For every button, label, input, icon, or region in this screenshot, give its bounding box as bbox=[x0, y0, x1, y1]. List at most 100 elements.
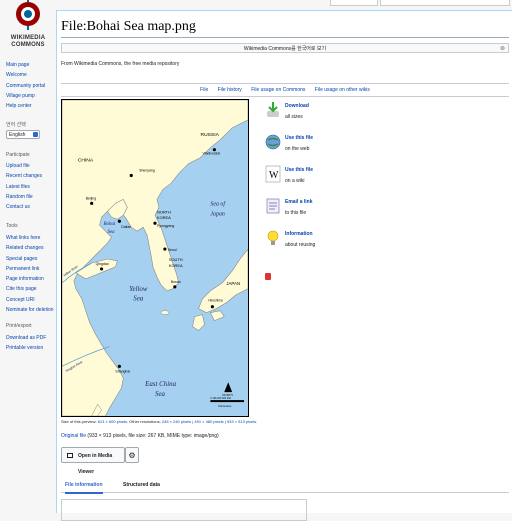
page-title: File:Bohai Sea map.png bbox=[61, 19, 196, 34]
label-china: CHINA bbox=[78, 158, 94, 164]
action-use-wiki-title[interactable]: Use this file bbox=[285, 167, 313, 173]
nav-item-page-information[interactable]: Page information bbox=[6, 274, 54, 284]
sidebar: WIKIMEDIA COMMONS Main page Welcome Comm… bbox=[0, 0, 56, 512]
nav-item-related-changes[interactable]: Related changes bbox=[6, 243, 54, 253]
nav-item-special-pages[interactable]: Special pages bbox=[6, 254, 54, 264]
action-use-web[interactable]: Use this file on the web bbox=[265, 133, 365, 163]
nav-item-community-portal[interactable]: Community portal bbox=[6, 81, 45, 91]
nav-item-upload-file[interactable]: Upload file bbox=[6, 161, 42, 171]
action-use-wiki-sub: on a wiki bbox=[285, 178, 305, 184]
scale-km: Kilometres bbox=[218, 404, 232, 408]
busan-dot bbox=[173, 285, 177, 289]
language-select[interactable]: English bbox=[6, 130, 40, 139]
email-icon bbox=[266, 198, 280, 214]
action-use-wiki[interactable]: W Use this file on a wiki bbox=[265, 165, 365, 195]
label-east-china-sea: Sea bbox=[155, 390, 166, 398]
action-email[interactable]: Email a link to this file bbox=[265, 197, 365, 227]
nav-item-concept-uri[interactable]: Concept URI bbox=[6, 295, 54, 305]
original-file-details: (933 × 913 pixels, file size: 267 KB, MI… bbox=[87, 433, 219, 439]
action-information[interactable]: Information about reusing bbox=[265, 229, 365, 259]
action-information-title[interactable]: Information bbox=[285, 231, 313, 237]
nav-tools: What links here Related changes Special … bbox=[6, 233, 54, 315]
label-north-korea-1: NORTH bbox=[157, 209, 171, 214]
label-south-korea-2: KOREA bbox=[169, 263, 183, 268]
dalian-dot bbox=[117, 219, 121, 223]
nav-item-printable-version[interactable]: Printable version bbox=[6, 343, 46, 353]
language-notice-text[interactable]: Wikimedia Commons를 한국어로 보기 bbox=[244, 46, 326, 52]
label-bohai: Bohai bbox=[104, 222, 116, 227]
wiki-icon: W bbox=[265, 165, 281, 183]
tools-heading: Tools bbox=[6, 223, 18, 229]
nav-item-welcome[interactable]: Welcome bbox=[6, 70, 45, 80]
file-tabs: File File history File usage on Commons … bbox=[61, 83, 509, 97]
original-file-link[interactable]: Original file bbox=[61, 433, 86, 439]
label-yellow: Yellow bbox=[129, 285, 148, 293]
nav-participate: Upload file Recent changes Latest files … bbox=[6, 161, 42, 212]
search-box[interactable] bbox=[380, 0, 510, 6]
beijing-dot bbox=[90, 201, 94, 205]
shanghai-dot bbox=[117, 364, 121, 368]
nav-main: Main page Welcome Community portal Villa… bbox=[6, 60, 45, 111]
pdf-icon[interactable] bbox=[265, 273, 271, 280]
caption-end: . bbox=[256, 419, 258, 424]
nav-print: Download as PDF Printable version bbox=[6, 333, 46, 354]
tab-file-history[interactable]: File history bbox=[218, 87, 242, 93]
tab-file[interactable]: File bbox=[200, 87, 208, 93]
label-shenyang: Shenyang bbox=[139, 169, 155, 173]
action-download-title[interactable]: Download bbox=[285, 103, 309, 109]
action-use-web-title[interactable]: Use this file bbox=[285, 135, 313, 141]
action-use-web-sub: on the web bbox=[285, 146, 310, 152]
shenyang-dot bbox=[129, 173, 133, 178]
open-media-viewer-button[interactable]: Open in Media Viewer bbox=[61, 447, 125, 475]
nav-item-random-file[interactable]: Random file bbox=[6, 192, 42, 202]
nav-item-cite-this-page[interactable]: Cite this page bbox=[6, 284, 54, 294]
map-image[interactable]: RUSSIA Vladivostok CHINA Shenyang Beijin… bbox=[61, 99, 249, 417]
label-shanghai: Shanghai bbox=[115, 369, 130, 373]
title-divider bbox=[61, 37, 509, 38]
caption-other: . Other resolutions: bbox=[126, 419, 161, 424]
close-icon[interactable]: ⊗ bbox=[500, 44, 505, 54]
top-tab[interactable] bbox=[330, 0, 378, 6]
nav-item-help-center[interactable]: Help center bbox=[6, 101, 45, 111]
action-email-title[interactable]: Email a link bbox=[285, 199, 313, 205]
gear-button[interactable]: ⚙ bbox=[125, 447, 139, 463]
language-notice: Wikimedia Commons를 한국어로 보기 ⊗ bbox=[61, 43, 509, 53]
nav-item-permanent-link[interactable]: Permanent link bbox=[6, 264, 54, 274]
label-russia: RUSSIA bbox=[201, 132, 220, 138]
tab-file-usage-other[interactable]: File usage on other wikis bbox=[315, 87, 370, 93]
action-email-sub: to this file bbox=[285, 210, 307, 216]
label-bohai-sea: Sea bbox=[108, 230, 116, 235]
nav-item-recent-changes[interactable]: Recent changes bbox=[6, 171, 42, 181]
qingdao-dot bbox=[99, 267, 104, 271]
nav-item-latest-files[interactable]: Latest files bbox=[6, 182, 42, 192]
tab-structured-data[interactable]: Structured data bbox=[123, 478, 160, 492]
lightbulb-icon bbox=[267, 230, 279, 245]
tab-file-usage-commons[interactable]: File usage on Commons bbox=[251, 87, 305, 93]
nav-item-main-page[interactable]: Main page bbox=[6, 60, 45, 70]
file-info-tabs: File information Structured data bbox=[61, 478, 509, 494]
nav-item-nominate-deletion[interactable]: Nominate for deletion bbox=[6, 305, 54, 315]
caption-preview-link[interactable]: 613 × 600 pixels bbox=[98, 419, 127, 424]
label-seoul: Seoul bbox=[168, 248, 177, 252]
nav-item-contact-us[interactable]: Contact us bbox=[6, 202, 42, 212]
language-value: English bbox=[9, 132, 26, 138]
label-sea-of: Sea of bbox=[210, 200, 226, 207]
nav-item-download-pdf[interactable]: Download as PDF bbox=[6, 333, 46, 343]
logo-text: WIKIMEDIA COMMONS bbox=[10, 35, 46, 48]
top-bar bbox=[330, 0, 510, 6]
label-busan: Busan bbox=[171, 280, 181, 284]
jeju-land bbox=[160, 310, 170, 315]
tab-file-information[interactable]: File information bbox=[65, 478, 103, 494]
download-icon bbox=[267, 102, 279, 117]
label-japan-sea: Japan bbox=[210, 211, 225, 217]
nav-item-what-links-here[interactable]: What links here bbox=[6, 233, 54, 243]
action-download[interactable]: Download all sizes bbox=[265, 101, 365, 131]
caption-resolutions[interactable]: 245 × 240 pixels | 491 × 480 pixels | 93… bbox=[162, 419, 256, 424]
logo-icon bbox=[16, 0, 40, 30]
nav-item-village-pump[interactable]: Village pump bbox=[6, 91, 45, 101]
content-area: File:Bohai Sea map.png Wikimedia Commons… bbox=[56, 10, 512, 521]
media-viewer-icon bbox=[67, 453, 73, 458]
language-button-icon bbox=[33, 132, 38, 137]
map-svg: RUSSIA Vladivostok CHINA Shenyang Beijin… bbox=[62, 100, 248, 416]
label-pyongyang: Pyongyang bbox=[157, 224, 174, 228]
